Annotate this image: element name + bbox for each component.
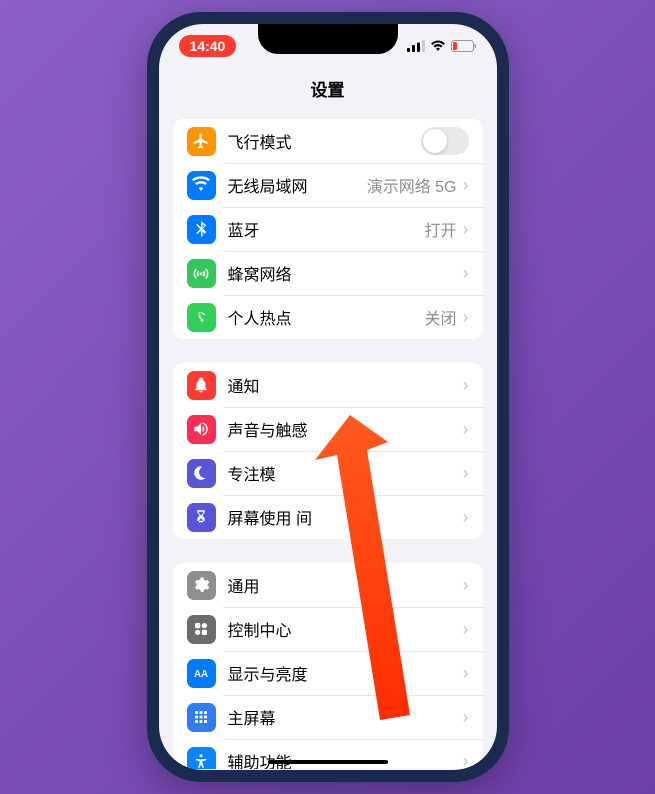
svg-text:AA: AA [194,669,208,680]
cellular-icon [187,259,216,288]
sound-icon [187,415,216,444]
row-label: 控制中心 [228,617,463,641]
row-label: 个人热点 [228,305,425,329]
chevron-right-icon: › [463,419,469,440]
phone-frame: 14:40 设置 飞行模式 无线局域网 演示网络 5G [147,12,509,782]
row-value: 关闭 [424,305,456,329]
chevron-right-icon: › [463,219,469,240]
airplane-icon [187,127,216,156]
row-airplane-mode[interactable]: 飞行模式 [173,119,483,163]
row-label: 声音与触感 [228,417,463,441]
wifi-icon [430,40,446,52]
row-hotspot[interactable]: 个人热点 关闭 › [173,295,483,339]
row-label: 专注模 [228,461,463,485]
chevron-right-icon: › [463,375,469,396]
chevron-right-icon: › [463,507,469,528]
row-control-center[interactable]: 控制中心 › [173,607,483,651]
screen: 14:40 设置 飞行模式 无线局域网 演示网络 5G [159,24,497,770]
chevron-right-icon: › [463,175,469,196]
notifications-icon [187,371,216,400]
row-accessibility[interactable]: 辅助功能 › [173,739,483,769]
chevron-right-icon: › [463,707,469,728]
row-label: 通知 [228,373,463,397]
row-label: 无线局域网 [228,173,367,197]
settings-group-connectivity: 飞行模式 无线局域网 演示网络 5G › 蓝牙 打开 › 蜂窝网 [173,119,483,339]
row-value: 演示网络 5G [367,173,457,197]
row-sounds[interactable]: 声音与触感 › [173,407,483,451]
row-bluetooth[interactable]: 蓝牙 打开 › [173,207,483,251]
wifi-settings-icon [187,171,216,200]
settings-group-general: 通用 › 控制中心 › AA 显示与亮度 › 主屏幕 › [173,563,483,769]
home-indicator[interactable] [268,760,388,764]
cellular-signal-icon [407,40,425,52]
row-wifi[interactable]: 无线局域网 演示网络 5G › [173,163,483,207]
row-cellular[interactable]: 蜂窝网络 › [173,251,483,295]
row-label: 辅助功能 [228,749,463,769]
row-focus[interactable]: 专注模 › [173,451,483,495]
airplane-toggle[interactable] [421,127,469,155]
chevron-right-icon: › [463,619,469,640]
chevron-right-icon: › [463,663,469,684]
screentime-icon [187,503,216,532]
hotspot-icon [187,303,216,332]
focus-icon [187,459,216,488]
status-icons [407,40,477,52]
settings-group-notifications: 通知 › 声音与触感 › 专注模 › 屏幕使用 间 › [173,363,483,539]
row-value: 打开 [424,217,456,241]
settings-list[interactable]: 飞行模式 无线局域网 演示网络 5G › 蓝牙 打开 › 蜂窝网 [159,113,497,769]
homescreen-icon [187,703,216,732]
recording-time-badge: 14:40 [179,35,237,57]
general-icon [187,571,216,600]
notch [258,24,398,54]
chevron-right-icon: › [463,575,469,596]
row-label: 蜂窝网络 [228,261,463,285]
chevron-right-icon: › [463,263,469,284]
page-title: 设置 [159,68,497,113]
chevron-right-icon: › [463,751,469,770]
row-general[interactable]: 通用 › [173,563,483,607]
row-display[interactable]: AA 显示与亮度 › [173,651,483,695]
bluetooth-icon [187,215,216,244]
row-label: 屏幕使用 间 [228,505,463,529]
chevron-right-icon: › [463,463,469,484]
chevron-right-icon: › [463,307,469,328]
row-label: 主屏幕 [228,705,463,729]
battery-low-icon [451,40,477,52]
row-screentime[interactable]: 屏幕使用 间 › [173,495,483,539]
row-notifications[interactable]: 通知 › [173,363,483,407]
row-label: 通用 [228,573,463,597]
row-label: 蓝牙 [228,217,425,241]
display-icon: AA [187,659,216,688]
row-label: 显示与亮度 [228,661,463,685]
accessibility-icon [187,747,216,770]
row-label: 飞行模式 [228,129,421,153]
row-homescreen[interactable]: 主屏幕 › [173,695,483,739]
control-center-icon [187,615,216,644]
